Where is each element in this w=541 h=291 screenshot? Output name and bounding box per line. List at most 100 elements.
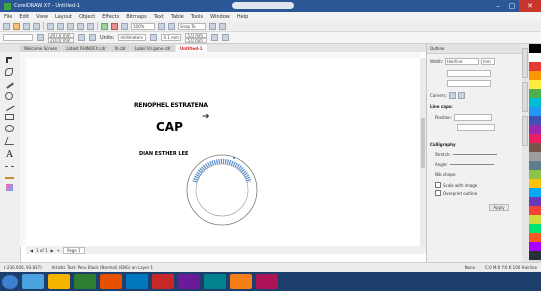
menu-bitmaps[interactable]: Bitmaps	[126, 14, 147, 20]
options-gear-icon[interactable]	[209, 22, 216, 30]
tab-untitled-1[interactable]: Untitled-1	[175, 45, 207, 52]
menu-tools[interactable]: Tools	[191, 14, 203, 20]
taskbar-app-icon[interactable]	[100, 274, 122, 289]
palette-swatch[interactable]	[529, 80, 541, 89]
import-icon[interactable]	[101, 22, 108, 30]
circular-seal-graphic[interactable]	[182, 152, 262, 228]
freehand-tool-icon[interactable]	[4, 103, 15, 111]
position-field[interactable]	[453, 114, 492, 121]
taskbar-app-icon[interactable]	[74, 274, 96, 289]
palette-swatch[interactable]	[529, 53, 541, 62]
start-button-icon[interactable]	[2, 274, 18, 289]
rulers-icon[interactable]	[168, 22, 175, 30]
cut-icon[interactable]	[47, 22, 54, 30]
page-1-tab[interactable]: Page 1	[63, 246, 85, 254]
portrait-icon[interactable]	[78, 34, 85, 41]
tab-latest-rhinofx[interactable]: Latest RHINOFX.cdr	[62, 45, 110, 52]
canvas-text-line-2[interactable]: CAP	[156, 120, 183, 134]
palette-swatch[interactable]	[529, 89, 541, 98]
corner-miter-icon[interactable]	[448, 92, 456, 99]
print-icon[interactable]	[33, 22, 40, 30]
menu-layout[interactable]: Layout	[55, 14, 72, 20]
palette-swatch[interactable]	[529, 98, 541, 107]
title-search-pill[interactable]	[232, 2, 294, 9]
position-field-2[interactable]	[457, 124, 495, 131]
scrollbar-thumb[interactable]	[421, 118, 425, 168]
docker-tab-outline[interactable]	[522, 48, 528, 78]
menu-text[interactable]: Text	[154, 14, 164, 20]
corner-round-icon[interactable]	[457, 92, 465, 99]
landscape-icon[interactable]	[89, 34, 96, 41]
menu-help[interactable]: Help	[237, 14, 248, 20]
last-page-icon[interactable]: ▶	[51, 248, 54, 253]
page-height-field[interactable]: 210.0 mm	[48, 37, 74, 43]
nudge-field[interactable]: 0.1 mm	[161, 34, 182, 41]
full-screen-icon[interactable]	[158, 22, 165, 30]
text-tool-icon[interactable]: A	[4, 150, 15, 161]
palette-swatch[interactable]	[529, 152, 541, 161]
tab-label-vir[interactable]: Label Vir.gone.cdr	[130, 45, 175, 52]
all-pages-icon[interactable]	[222, 34, 230, 41]
drawing-canvas[interactable]: RENOPHEL ESTRATENA CAP DIAN ESTHER LEE ➔	[26, 58, 420, 246]
taskbar-app-icon[interactable]	[48, 274, 70, 289]
rectangle-tool-icon[interactable]	[5, 114, 14, 120]
save-icon[interactable]	[23, 22, 30, 30]
palette-swatch[interactable]	[529, 224, 541, 233]
palette-swatch[interactable]	[529, 206, 541, 215]
duplicate-y-field[interactable]: 5.0 mm	[185, 37, 208, 43]
publish-pdf-icon[interactable]	[121, 22, 128, 30]
line-style-dropdown[interactable]	[447, 70, 491, 77]
new-document-icon[interactable]	[3, 22, 10, 30]
ellipse-tool-icon[interactable]	[5, 125, 14, 132]
fill-tool-icon[interactable]	[5, 173, 14, 179]
add-page-icon[interactable]: +	[57, 248, 60, 253]
export-icon[interactable]	[111, 22, 118, 30]
palette-swatch[interactable]	[529, 161, 541, 170]
docker-tab-object-properties[interactable]	[522, 82, 528, 112]
paste-icon[interactable]	[67, 22, 74, 30]
angle-slider[interactable]	[449, 164, 494, 165]
interactive-fill-icon[interactable]	[6, 184, 13, 191]
copy-icon[interactable]	[57, 22, 64, 30]
first-page-icon[interactable]: ◀	[30, 248, 33, 253]
close-button[interactable]: ✕	[519, 0, 541, 12]
crop-tool-icon[interactable]	[4, 79, 14, 89]
minimize-button[interactable]: –	[491, 0, 505, 12]
menu-view[interactable]: View	[36, 14, 48, 20]
palette-swatch[interactable]	[529, 125, 541, 134]
open-folder-icon[interactable]	[13, 22, 20, 30]
palette-swatch[interactable]	[529, 233, 541, 242]
palette-swatch[interactable]	[529, 143, 541, 152]
arrowheads-dropdown[interactable]	[447, 80, 491, 87]
paper-type-dropdown[interactable]	[3, 34, 33, 41]
shape-tool-icon[interactable]	[5, 68, 13, 76]
palette-swatch[interactable]	[529, 242, 541, 251]
fill-indicator[interactable]: None	[465, 265, 475, 270]
undo-icon[interactable]	[77, 22, 84, 30]
palette-swatch[interactable]	[529, 170, 541, 179]
palette-swatch[interactable]	[529, 197, 541, 206]
outline-indicator[interactable]: C:0 M:0 Y:0 K:100 Hairline	[485, 265, 537, 270]
overprint-checkbox[interactable]	[435, 190, 441, 196]
taskbar-app-icon[interactable]	[204, 274, 226, 289]
menu-effects[interactable]: Effects	[102, 14, 119, 20]
units-dropdown[interactable]: millimeters	[118, 34, 147, 41]
palette-swatch[interactable]	[529, 179, 541, 188]
tab-ill[interactable]: Ill.cdr	[110, 45, 130, 52]
menu-window[interactable]: Window	[210, 14, 230, 20]
pick-tool-icon[interactable]	[6, 57, 12, 63]
taskbar-app-icon[interactable]	[152, 274, 174, 289]
zoom-level-field[interactable]: 100%	[131, 22, 155, 30]
palette-swatch[interactable]	[529, 134, 541, 143]
taskbar-app-icon[interactable]	[256, 274, 278, 289]
palette-swatch[interactable]	[529, 188, 541, 197]
width-units-dropdown[interactable]: mm	[480, 58, 495, 65]
menu-object[interactable]: Object	[79, 14, 95, 20]
maximize-button[interactable]: □	[505, 0, 519, 12]
palette-swatch[interactable]	[529, 44, 541, 53]
palette-swatch[interactable]	[529, 107, 541, 116]
stretch-slider[interactable]	[452, 154, 497, 155]
palette-swatch[interactable]	[529, 116, 541, 125]
parallel-dimension-tool-icon[interactable]	[5, 166, 14, 168]
zoom-tool-icon[interactable]	[5, 92, 13, 100]
